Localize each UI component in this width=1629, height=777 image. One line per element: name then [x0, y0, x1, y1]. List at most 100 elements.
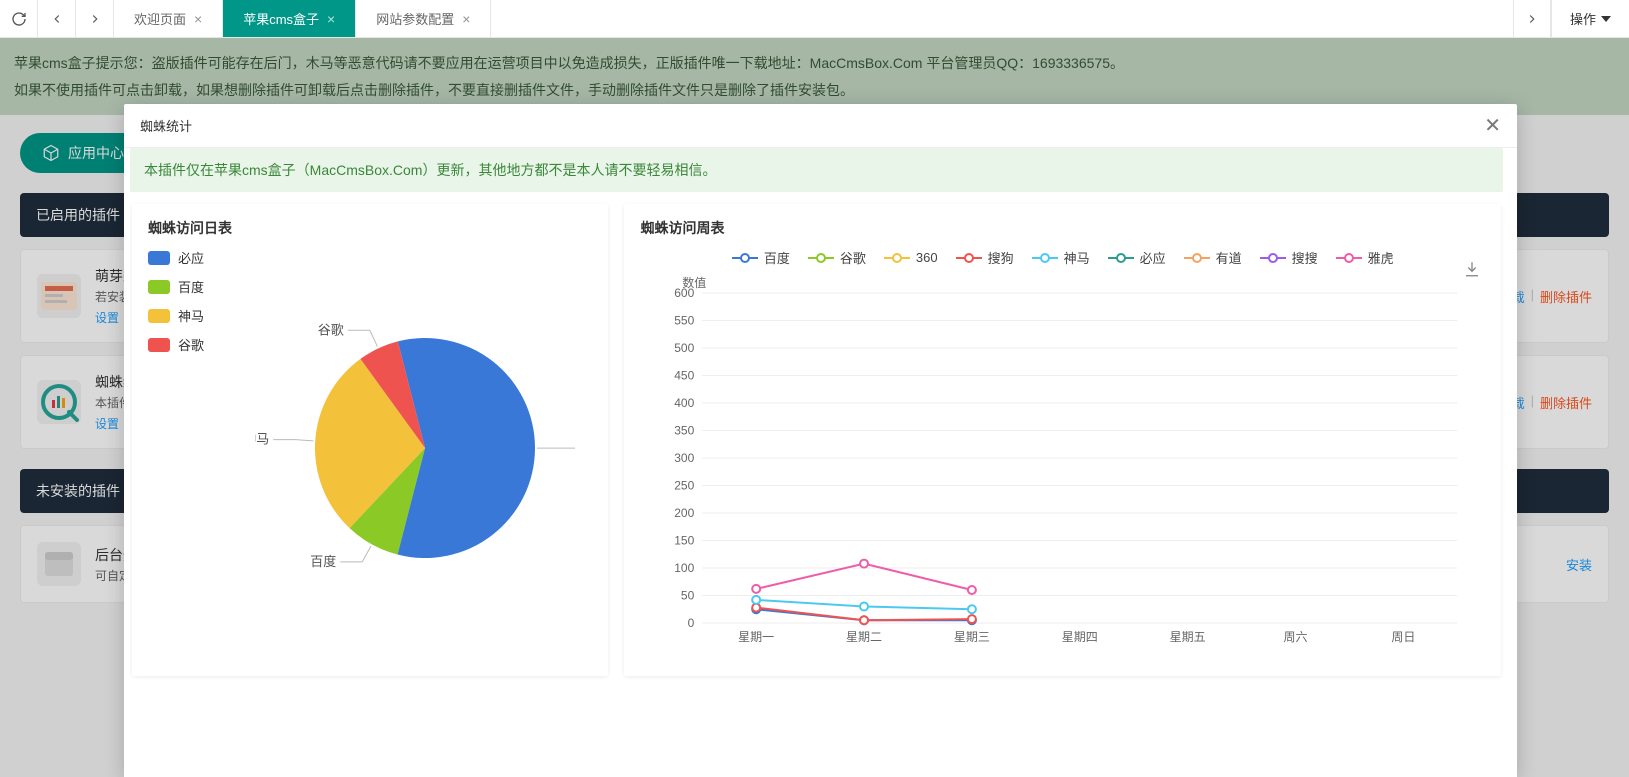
- line-legend-item[interactable]: 搜搜: [1260, 248, 1318, 267]
- line-point: [968, 586, 976, 594]
- y-tick-label: 200: [675, 506, 695, 520]
- legend-swatch: [884, 252, 910, 264]
- legend-label: 必应: [1140, 248, 1166, 267]
- legend-label: 必应: [178, 248, 204, 267]
- legend-label: 雅虎: [1368, 248, 1394, 267]
- legend-label: 有道: [1216, 248, 1242, 267]
- legend-swatch: [148, 309, 170, 323]
- line-legend-item[interactable]: 雅虎: [1336, 248, 1394, 267]
- pie-legend-item[interactable]: 神马: [148, 306, 238, 325]
- legend-label: 百度: [764, 248, 790, 267]
- modal-alert: 本插件仅在苹果cms盒子（MacCmsBox.Com）更新，其他地方都不是本人请…: [130, 148, 1503, 192]
- pie-chart-area: 必应百度神马谷歌: [238, 248, 592, 628]
- pie-legend-item[interactable]: 谷歌: [148, 335, 238, 354]
- x-tick-label: 星期五: [1170, 630, 1206, 644]
- legend-label: 谷歌: [840, 248, 866, 267]
- spider-stats-modal: 蜘蛛统计 ✕ 本插件仅在苹果cms盒子（MacCmsBox.Com）更新，其他地…: [124, 104, 1517, 777]
- line-legend-item[interactable]: 神马: [1032, 248, 1090, 267]
- line-point: [968, 615, 976, 623]
- modal-header: 蜘蛛统计 ✕: [124, 104, 1517, 148]
- legend-label: 谷歌: [178, 335, 204, 354]
- modal-close-button[interactable]: ✕: [1484, 113, 1501, 138]
- tabs-scroll-right-button[interactable]: [1513, 0, 1551, 37]
- line-legend-item[interactable]: 有道: [1184, 248, 1242, 267]
- y-tick-label: 100: [675, 561, 695, 575]
- modal-title: 蜘蛛统计: [140, 116, 192, 135]
- line-legend-item[interactable]: 谷歌: [808, 248, 866, 267]
- legend-swatch: [148, 338, 170, 352]
- pie-chart: 必应百度神马谷歌: [255, 248, 575, 608]
- operations-label: 操作: [1570, 9, 1596, 28]
- legend-label: 神马: [1064, 248, 1090, 267]
- pie-callout-label: 百度: [310, 554, 336, 569]
- legend-swatch: [732, 252, 758, 264]
- line-chart: 数值050100150200250300350400450500550600星期…: [640, 273, 1485, 663]
- legend-label: 搜狗: [988, 248, 1014, 267]
- refresh-button[interactable]: [0, 0, 38, 37]
- legend-label: 360: [916, 250, 938, 265]
- line-chart-card: 蜘蛛访问周表 百度谷歌360搜狗神马必应有道搜搜雅虎 数值05010015020…: [624, 204, 1501, 676]
- nav-back-button[interactable]: [38, 0, 76, 37]
- legend-label: 百度: [178, 277, 204, 296]
- pie-legend: 必应百度神马谷歌: [148, 248, 238, 628]
- x-tick-label: 周日: [1392, 630, 1416, 644]
- topbar: 欢迎页面 × 苹果cms盒子 × 网站参数配置 × 操作: [0, 0, 1629, 38]
- close-icon[interactable]: ×: [194, 11, 202, 27]
- line-point: [753, 585, 761, 593]
- legend-label: 搜搜: [1292, 248, 1318, 267]
- tab-strip: 欢迎页面 × 苹果cms盒子 × 网站参数配置 ×: [114, 0, 1513, 37]
- close-icon[interactable]: ×: [327, 11, 335, 27]
- y-tick-label: 350: [675, 424, 695, 438]
- line-point: [861, 616, 869, 624]
- pie-callout-label: 谷歌: [318, 322, 344, 337]
- line-point: [753, 596, 761, 604]
- y-tick-label: 0: [688, 616, 695, 630]
- legend-swatch: [1108, 252, 1134, 264]
- legend-label: 神马: [178, 306, 204, 325]
- pie-chart-title: 蜘蛛访问日表: [148, 218, 592, 238]
- y-tick-label: 450: [675, 369, 695, 383]
- line-legend-item[interactable]: 360: [884, 248, 938, 267]
- y-tick-label: 400: [675, 396, 695, 410]
- legend-swatch: [956, 252, 982, 264]
- legend-swatch: [1336, 252, 1362, 264]
- pie-chart-card: 蜘蛛访问日表 必应百度神马谷歌 必应百度神马谷歌: [132, 204, 608, 676]
- line-point: [861, 603, 869, 611]
- x-tick-label: 星期四: [1062, 630, 1098, 644]
- line-chart-title: 蜘蛛访问周表: [640, 218, 1485, 238]
- download-icon[interactable]: [1463, 260, 1481, 281]
- legend-swatch: [808, 252, 834, 264]
- tab-label: 苹果cms盒子: [243, 9, 319, 28]
- tab-maccmsbox[interactable]: 苹果cms盒子 ×: [223, 0, 356, 37]
- y-tick-label: 300: [675, 451, 695, 465]
- nav-forward-button[interactable]: [76, 0, 114, 37]
- legend-swatch: [148, 280, 170, 294]
- tab-site-config[interactable]: 网站参数配置 ×: [356, 0, 491, 37]
- tab-welcome[interactable]: 欢迎页面 ×: [114, 0, 223, 37]
- legend-swatch: [1184, 252, 1210, 264]
- legend-swatch: [148, 251, 170, 265]
- y-tick-label: 250: [675, 479, 695, 493]
- x-tick-label: 周六: [1284, 630, 1308, 644]
- pie-legend-item[interactable]: 百度: [148, 277, 238, 296]
- line-legend-item[interactable]: 搜狗: [956, 248, 1014, 267]
- line-legend-item[interactable]: 必应: [1108, 248, 1166, 267]
- y-tick-label: 50: [681, 589, 695, 603]
- y-tick-label: 550: [675, 314, 695, 328]
- x-tick-label: 星期一: [739, 630, 775, 644]
- x-tick-label: 星期三: [954, 630, 990, 644]
- line-point: [861, 560, 869, 568]
- pie-legend-item[interactable]: 必应: [148, 248, 238, 267]
- close-icon[interactable]: ×: [462, 11, 470, 27]
- legend-swatch: [1260, 252, 1286, 264]
- line-legend-item[interactable]: 百度: [732, 248, 790, 267]
- operations-dropdown[interactable]: 操作: [1551, 0, 1629, 37]
- chevron-down-icon: [1601, 14, 1611, 24]
- legend-swatch: [1032, 252, 1058, 264]
- line-point: [968, 605, 976, 613]
- x-tick-label: 星期二: [847, 630, 883, 644]
- line-legend: 百度 谷歌 360 搜狗 神马 必应 有道 搜搜 雅虎: [640, 248, 1485, 267]
- y-tick-label: 500: [675, 341, 695, 355]
- y-tick-label: 150: [675, 534, 695, 548]
- y-tick-label: 600: [675, 286, 695, 300]
